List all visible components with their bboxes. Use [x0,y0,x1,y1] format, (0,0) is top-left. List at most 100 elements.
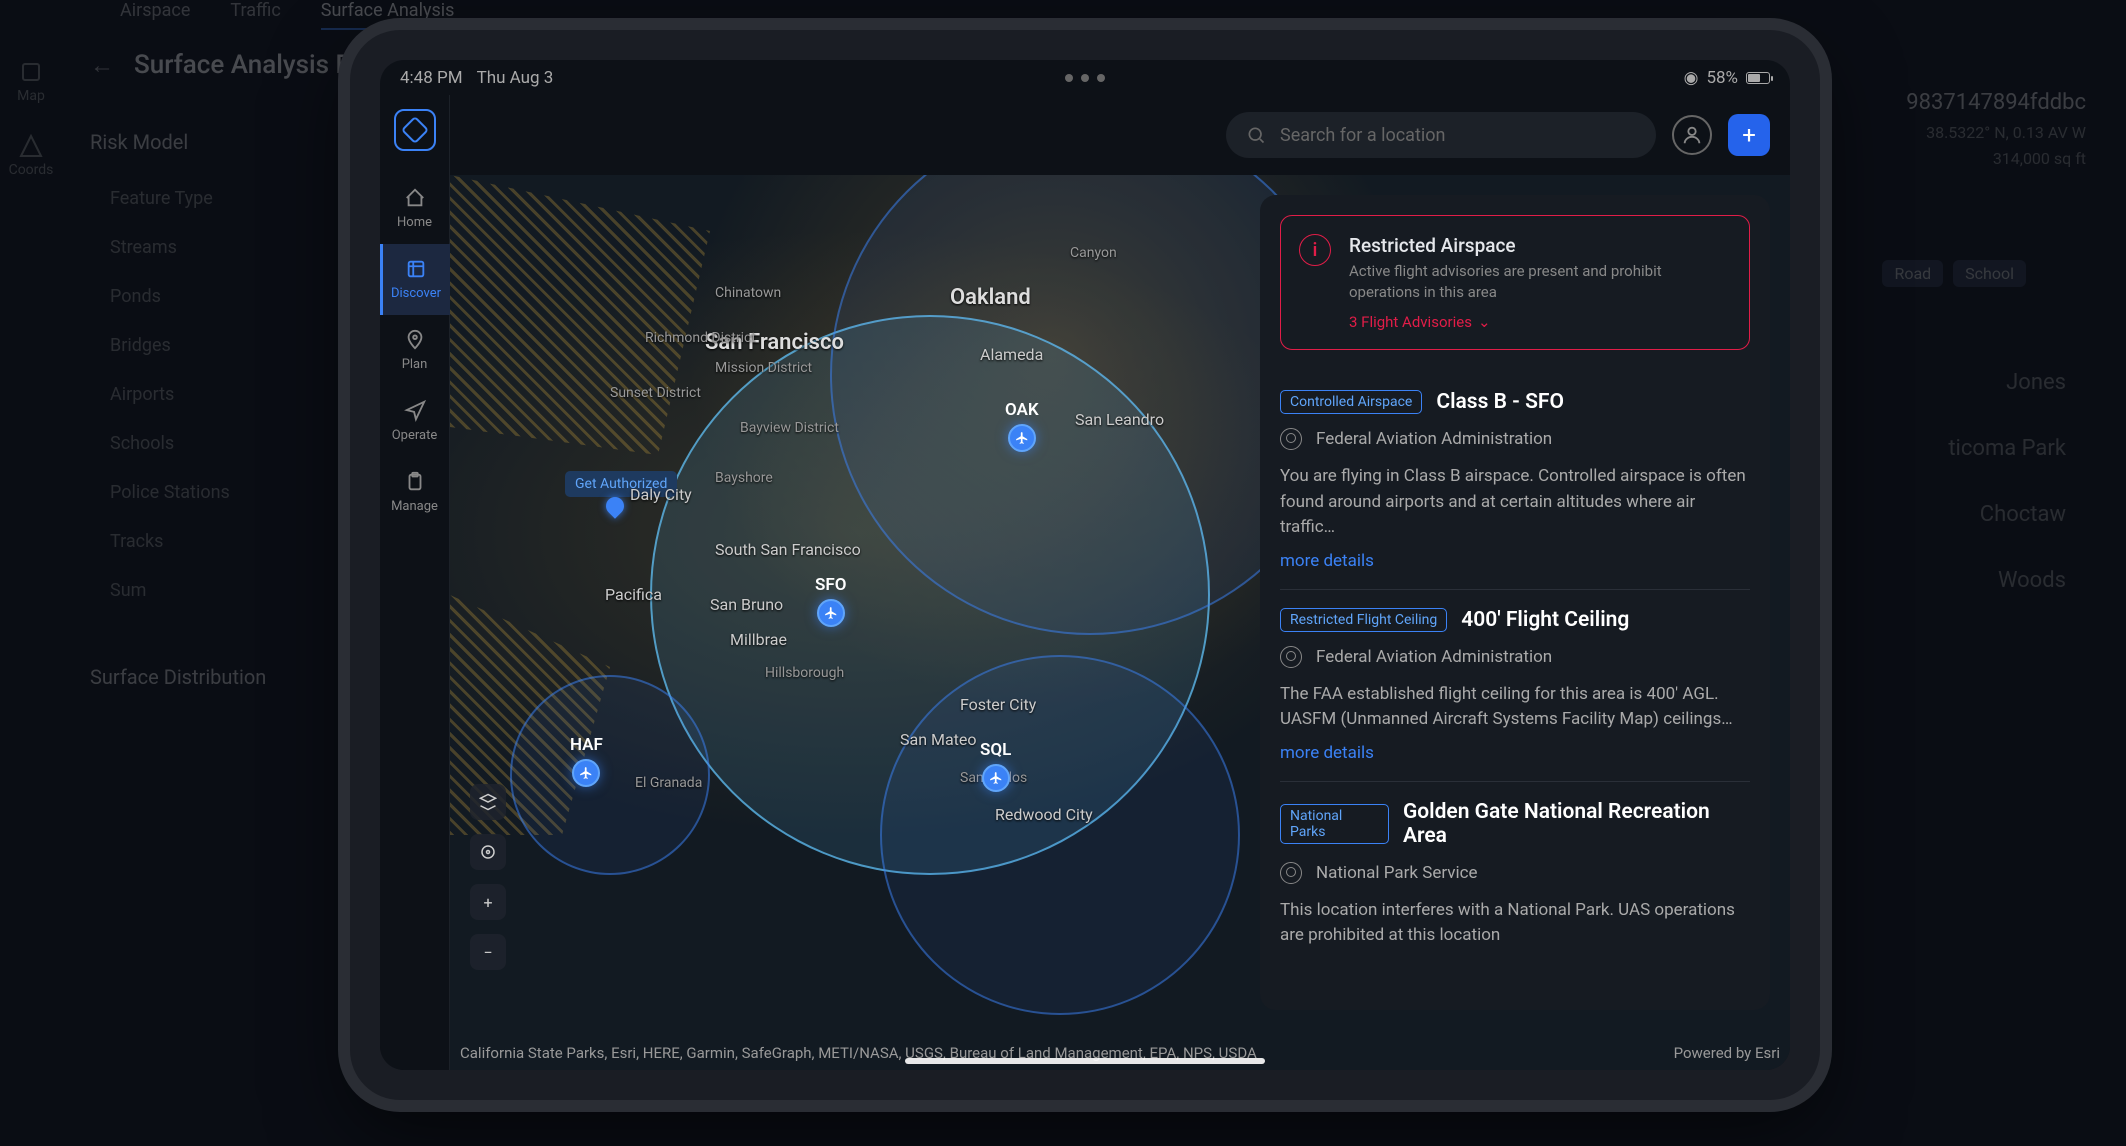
more-details-link[interactable]: more details [1280,743,1750,763]
rail-label: Home [397,215,432,230]
alert-icon [1299,234,1331,266]
clipboard-icon [404,471,426,493]
section-tag: Restricted Flight Ceiling [1280,608,1447,632]
rail-label: Manage [391,499,438,514]
airport-marker-haf[interactable]: HAF [570,735,603,787]
back-arrow-icon: ← [90,51,114,80]
map-viewport[interactable]: Get Authorized OaklandSan FranciscoChina… [450,175,1790,1070]
locate-button[interactable] [470,834,506,870]
restricted-airspace-alert: Restricted Airspace Active flight adviso… [1280,215,1750,350]
battery-percent: 58% [1706,68,1738,88]
map-tools: + − [470,784,506,970]
rail-item-discover[interactable]: Discover [380,244,450,315]
bg-nav-item: Traffic [230,0,280,30]
search-input[interactable] [1280,125,1636,146]
airport-icon [572,759,600,787]
status-bar: 4:48 PM Thu Aug 3 ◉ 58% [380,60,1790,95]
rail-label: Plan [402,357,428,372]
airspace-circle-sql [880,655,1240,1015]
rail-item-operate[interactable]: Operate [380,386,450,457]
authority-icon [1280,428,1302,450]
city-label: Canyon [1070,245,1117,261]
city-label: Oakland [950,285,1031,310]
add-button[interactable]: + [1728,114,1770,156]
city-label: San Mateo [900,730,977,749]
bg-nav-item: Airspace [120,0,190,30]
left-rail: Home Discover Plan Operate Manage [380,95,450,1070]
attribution-right: Powered by Esri [1674,1044,1780,1062]
airport-icon [1008,424,1036,452]
search-icon [1246,125,1266,145]
bg-chip: Road [1882,260,1943,287]
app-logo[interactable] [394,109,436,151]
home-icon [404,187,426,209]
chevron-down-icon: ⌄ [1478,313,1491,331]
city-label: Redwood City [995,805,1093,824]
profile-button[interactable] [1672,115,1712,155]
section-text: The FAA established flight ceiling for t… [1280,682,1750,733]
search-box[interactable] [1226,112,1656,158]
bg-top-nav: Airspace Traffic Surface Analysis [0,0,2126,30]
authority-row: Federal Aviation Administration [1280,646,1750,668]
airport-code: SFO [815,575,846,595]
airspace-section: Controlled Airspace Class B - SFO Federal … [1280,372,1750,590]
city-label: Bayshore [715,470,773,486]
rail-item-plan[interactable]: Plan [380,315,450,386]
section-text: This location interferes with a National… [1280,898,1750,949]
layers-button[interactable] [470,784,506,820]
multitask-dots [1065,74,1105,82]
app-body: Home Discover Plan Operate Manage + [380,95,1790,1070]
city-label: Pacifica [605,585,662,604]
airport-icon [982,764,1010,792]
bg-left-rail: Map Coords [0,30,62,178]
section-title: Golden Gate National Recreation Area [1403,800,1750,848]
airport-code: OAK [1005,400,1039,420]
city-label: Millbrae [730,630,787,649]
authority-row: Federal Aviation Administration [1280,428,1750,450]
city-label: San Leandro [1075,410,1164,429]
bg-nav-item-active: Surface Analysis [321,0,455,30]
user-icon [1681,124,1703,146]
section-title: 400' Flight Ceiling [1461,608,1629,632]
rail-item-home[interactable]: Home [380,173,450,244]
authority-icon [1280,862,1302,884]
section-tag: Controlled Airspace [1280,390,1422,414]
airport-code: HAF [570,735,603,755]
main-area: + Get Authorized OaklandSan FranciscoChi… [450,95,1790,1070]
section-tag: National Parks [1280,804,1389,844]
city-label: San Bruno [710,595,783,614]
bg-meta: 9837147894fddbc 38.5322° N, 0.13 AV W 31… [1906,85,2086,171]
airport-marker-sql[interactable]: SQL [980,740,1011,792]
top-bar: + [450,95,1790,175]
city-label: Foster City [960,695,1036,714]
status-date: Thu Aug 3 [477,68,554,88]
zoom-out-button[interactable]: − [470,934,506,970]
airport-marker-oak[interactable]: OAK [1005,400,1039,452]
authority-name: National Park Service [1316,863,1478,883]
city-label: Hillsborough [765,665,844,681]
airport-marker-sfo[interactable]: SFO [815,575,846,627]
airport-code: SQL [980,740,1011,760]
wifi-icon: ◉ [1684,68,1699,88]
battery-icon [1746,72,1770,84]
map-icon [405,258,427,280]
home-indicator[interactable] [905,1058,1265,1064]
zoom-in-button[interactable]: + [470,884,506,920]
authority-name: Federal Aviation Administration [1316,647,1552,667]
alert-description: Active flight advisories are present and… [1349,261,1731,303]
bg-rail-map: Map [17,60,45,104]
tablet-screen: 4:48 PM Thu Aug 3 ◉ 58% Home Discover Plan… [380,60,1790,1070]
more-details-link[interactable]: more details [1280,551,1750,571]
city-label: Mission District [715,360,812,376]
airspace-section: Restricted Flight Ceiling 400' Flight Cei… [1280,590,1750,782]
flight-advisories-link[interactable]: 3 Flight Advisories⌄ [1349,313,1731,331]
city-label: Bayview District [740,420,839,436]
rail-item-manage[interactable]: Manage [380,457,450,528]
section-text: You are flying in Class B airspace. Cont… [1280,464,1750,541]
rail-label: Discover [391,286,441,301]
city-label: Daly City [630,485,692,504]
city-label: Sunset District [610,385,701,401]
city-label: El Granada [635,775,702,791]
section-title: Class B - SFO [1436,390,1564,414]
info-panel: Restricted Airspace Active flight adviso… [1260,195,1770,1010]
